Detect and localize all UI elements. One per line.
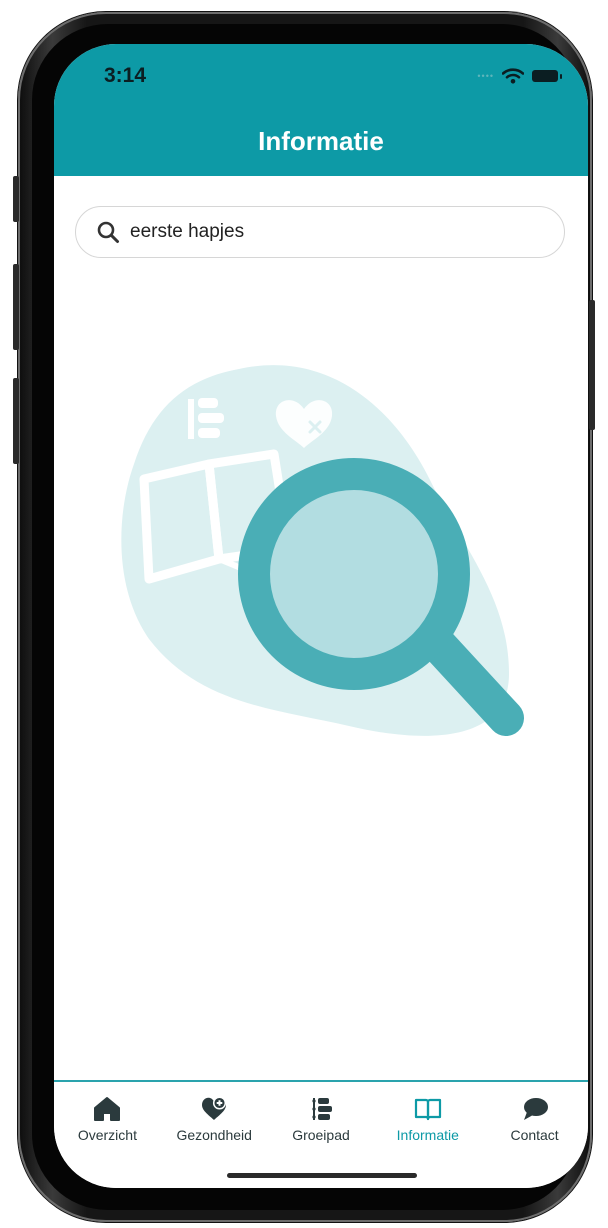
growth-path-icon [312, 1098, 332, 1120]
home-indicator[interactable] [227, 1173, 417, 1178]
tab-contact[interactable]: Contact [481, 1082, 588, 1160]
tab-gezondheid[interactable]: Gezondheid [161, 1082, 268, 1160]
tab-overzicht[interactable]: Overzicht [54, 1082, 161, 1160]
app-screen: 3:14 •••• Informatie eerste hapjes Overz… [54, 44, 588, 1188]
tab-groeipad[interactable]: Groeipad [268, 1082, 375, 1160]
search-icon [97, 221, 119, 243]
volume-up-button [13, 264, 19, 350]
wifi-icon [502, 68, 524, 84]
book-icon [414, 1098, 441, 1121]
tab-label: Contact [510, 1127, 559, 1143]
chat-bubble-icon [523, 1098, 548, 1120]
volume-down-button [13, 378, 19, 464]
tab-label: Gezondheid [176, 1127, 252, 1143]
home-icon [94, 1097, 121, 1121]
heart-plus-icon [202, 1096, 227, 1120]
battery-icon [532, 70, 562, 82]
search-bar[interactable] [75, 206, 565, 258]
tab-label: Groeipad [292, 1127, 350, 1143]
silent-switch [13, 176, 19, 222]
page-title: Informatie [258, 126, 384, 156]
search-illustration [121, 365, 524, 736]
status-icons: •••• [477, 66, 562, 86]
app-header: 3:14 •••• Informatie [54, 44, 588, 176]
tab-informatie[interactable]: Informatie [374, 1082, 481, 1160]
signal-dots-icon: •••• [477, 71, 494, 81]
tab-bar: Overzicht Gezondheid Groeipad Informatie… [54, 1080, 588, 1188]
search-input[interactable] [128, 220, 532, 244]
power-button [589, 300, 595, 430]
status-time: 3:14 [104, 64, 147, 87]
tab-label: Overzicht [77, 1127, 137, 1143]
tab-label: Informatie [396, 1127, 459, 1143]
